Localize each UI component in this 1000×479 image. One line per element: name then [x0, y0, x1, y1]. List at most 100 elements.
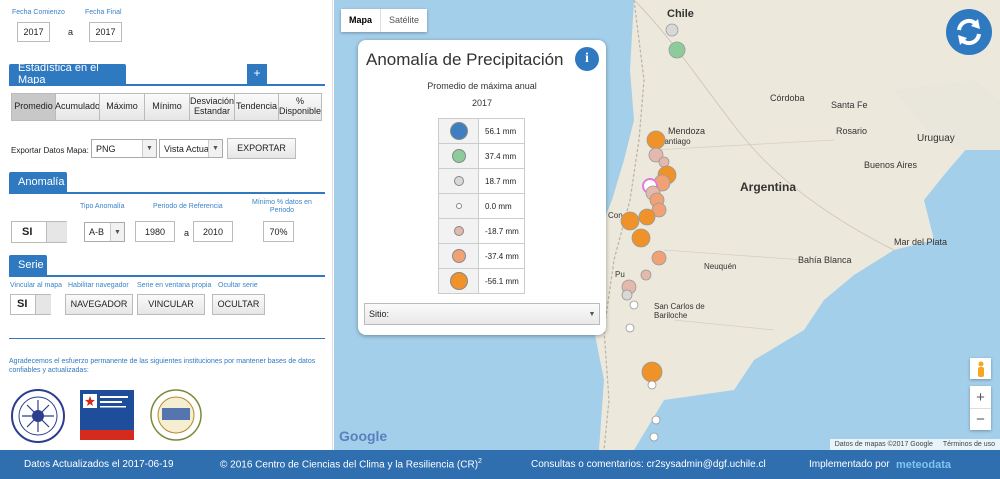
serie-section-title: Serie — [9, 255, 47, 275]
legend-symbol-cell — [438, 143, 479, 169]
legend-value: 18.7 mm — [478, 168, 525, 194]
site-select-label: Sitio: — [369, 309, 390, 319]
min-data-input[interactable]: 70% — [263, 221, 294, 242]
stat-desviacion-button[interactable]: Desviación Estandar — [189, 93, 234, 121]
start-date-label: Fecha Comienzo — [12, 9, 65, 16]
stats-section-title: Estadística en el Mapa — [9, 62, 126, 86]
info-icon[interactable]: i — [575, 47, 599, 71]
period-to-input[interactable]: 2010 — [193, 221, 233, 242]
footer-impl: Implementado por — [809, 459, 890, 470]
stat-maximo-button[interactable]: Máximo — [99, 93, 144, 121]
serie-toggle-label: SI — [17, 298, 28, 311]
chevron-down-icon: ▼ — [142, 140, 156, 157]
legend-row: -56.1 mm — [438, 268, 525, 294]
zoom-controls: + − — [970, 386, 991, 430]
link-map-label: Vincular al mapa — [10, 282, 63, 289]
export-format-select[interactable]: PNG ▼ — [91, 139, 157, 158]
google-logo: Google — [339, 428, 388, 444]
attribution-text: Datos de mapas ©2017 Google — [834, 441, 933, 448]
stat-disponible-button[interactable]: % Disponible — [278, 93, 322, 121]
end-year-input[interactable]: 2017 — [89, 22, 122, 42]
dmc-logo — [11, 389, 65, 443]
anomaly-type-label: Tipo Anomalía — [80, 203, 125, 210]
legend-symbol-cell — [438, 218, 479, 244]
navigator-button[interactable]: NAVEGADOR — [65, 294, 133, 315]
end-date-label: Fecha Final — [85, 9, 122, 16]
legend-symbol-cell — [438, 243, 479, 269]
chevron-down-icon: ▼ — [110, 223, 124, 241]
legend-value: 37.4 mm — [478, 143, 525, 169]
thanks-divider — [9, 338, 325, 339]
tab-mapa[interactable]: Mapa — [341, 9, 380, 32]
footer-updated: Datos Actualizados el 2017-06-19 — [24, 459, 174, 470]
dga-logo — [80, 390, 134, 440]
map-attribution: Datos de mapas ©2017 Google Términos de … — [829, 439, 1000, 450]
legend-row: 37.4 mm — [438, 143, 525, 169]
start-year-input[interactable]: 2017 — [17, 22, 50, 42]
footer: Datos Actualizados el 2017-06-19 © 2016 … — [0, 450, 1000, 479]
anomaly-type-select[interactable]: A-B ▼ — [84, 222, 125, 242]
legend-dot — [449, 122, 468, 140]
legend-dot — [455, 203, 462, 210]
reference-period-label: Periodo de Referencia — [153, 203, 223, 210]
anomaly-type-value: A-B — [89, 227, 105, 237]
anomaly-section-title: Anomalía — [9, 172, 67, 192]
terms-link[interactable]: Términos de uso — [943, 441, 995, 448]
meteodata-logo[interactable]: meteodata — [896, 459, 951, 471]
legend-symbol-cell — [438, 193, 479, 219]
legend-value: -37.4 mm — [478, 243, 525, 269]
thanks-text: Agradecemos el esfuerzo permanente de la… — [9, 358, 316, 375]
anomaly-toggle-label: SI — [22, 225, 33, 238]
export-label: Exportar Datos Mapa: — [11, 146, 89, 155]
anomaly-toggle[interactable]: SI — [11, 221, 67, 243]
stat-minimo-button[interactable]: Mínimo — [144, 93, 189, 121]
legend-row: 18.7 mm — [438, 168, 525, 194]
own-window-label: Serie en ventana propia — [137, 282, 212, 289]
zoom-out-button[interactable]: − — [970, 408, 991, 430]
legend-table: 56.1 mm 37.4 mm 18.7 mm 0.0 mm -18.7 mm -37.4… — [438, 118, 525, 294]
legend-dot — [451, 249, 466, 263]
export-button[interactable]: EXPORTAR — [227, 138, 296, 159]
hide-serie-label: Ocultar serie — [218, 282, 258, 289]
refresh-icon[interactable] — [945, 8, 993, 56]
serie-toggle[interactable]: SI — [10, 294, 51, 315]
footer-sup: 2 — [478, 458, 482, 466]
min-data-label: Mínimo % datos en Periodo — [252, 199, 312, 215]
streetview-pegman[interactable] — [970, 358, 991, 379]
zoom-in-button[interactable]: + — [970, 386, 991, 408]
map-type-tabs: Mapa Satélite — [341, 9, 428, 32]
export-view-select[interactable]: Vista Actual ▼ — [159, 139, 223, 158]
stat-promedio-button[interactable]: Promedio — [11, 93, 55, 121]
toggle-knob — [46, 222, 67, 242]
date-separator: a — [68, 27, 74, 37]
stat-acumulado-button[interactable]: Acumulado — [55, 93, 100, 121]
legend-dot — [453, 226, 464, 236]
legend-subtitle: Promedio de máxima anual — [427, 81, 537, 91]
footer-contact[interactable]: Consultas o comentarios: cr2sysadmin@dgf… — [531, 459, 766, 470]
legend-dot — [453, 176, 464, 186]
legend-dot — [449, 272, 468, 290]
site-select[interactable]: Sitio: ▼ — [364, 303, 600, 325]
pegman-icon — [977, 361, 984, 377]
add-stat-button[interactable]: + — [247, 64, 267, 84]
export-format-value: PNG — [96, 143, 116, 154]
legend-row: 56.1 mm — [438, 118, 525, 144]
link-button[interactable]: VINCULAR — [137, 294, 205, 315]
stats-divider — [9, 84, 325, 86]
legend-row: -37.4 mm — [438, 243, 525, 269]
legend-year: 2017 — [471, 98, 493, 108]
control-panel: Fecha Comienzo Fecha Final 2017 a 2017 E… — [0, 0, 333, 450]
tab-satelite[interactable]: Satélite — [380, 9, 427, 32]
serie-divider — [9, 275, 325, 277]
legend-title: Anomalía de Precipitación — [366, 50, 564, 69]
legend-symbol-cell — [438, 268, 479, 294]
toggle-knob — [35, 295, 51, 314]
hide-button[interactable]: OCULTAR — [212, 294, 265, 315]
legend-symbol-cell — [438, 168, 479, 194]
period-from-input[interactable]: 1980 — [135, 221, 175, 242]
stat-tendencia-button[interactable]: Tendencia — [234, 93, 278, 121]
legend-value: 0.0 mm — [478, 193, 525, 219]
footer-copyright: © 2016 Centro de Ciencias del Clima y la… — [220, 458, 482, 470]
chevron-down-icon: ▼ — [208, 140, 222, 157]
anomaly-divider — [9, 192, 325, 194]
